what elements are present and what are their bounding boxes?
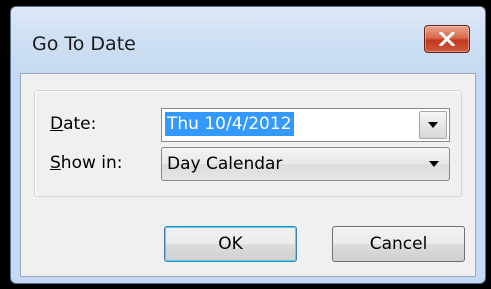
date-combobox[interactable]: Thu 10/4/2012 [161,108,450,142]
date-label: Date: [50,114,97,134]
show-in-dropdown[interactable]: Day Calendar [161,147,450,181]
show-in-selected-value: Day Calendar [167,154,283,174]
chevron-down-icon [428,122,438,128]
show-in-label: Show in: [50,153,123,173]
cancel-button[interactable]: Cancel [332,226,465,262]
close-button[interactable] [424,25,470,53]
dialog-title: Go To Date [32,33,136,55]
ok-button[interactable]: OK [164,226,297,262]
chevron-down-icon [429,161,439,167]
go-to-date-dialog: Go To Date Date: Thu 10/4/2012 Show in: … [10,6,486,284]
close-icon [439,32,455,46]
date-options-group: Date: Thu 10/4/2012 Show in: Day Calenda… [34,90,462,197]
show-in-dropdown-arrow[interactable] [423,148,445,180]
date-input[interactable]: Thu 10/4/2012 [165,112,294,136]
title-bar[interactable]: Go To Date [11,7,485,75]
dialog-body: Date: Thu 10/4/2012 Show in: Day Calenda… [20,73,476,277]
date-dropdown-button[interactable] [419,111,447,139]
